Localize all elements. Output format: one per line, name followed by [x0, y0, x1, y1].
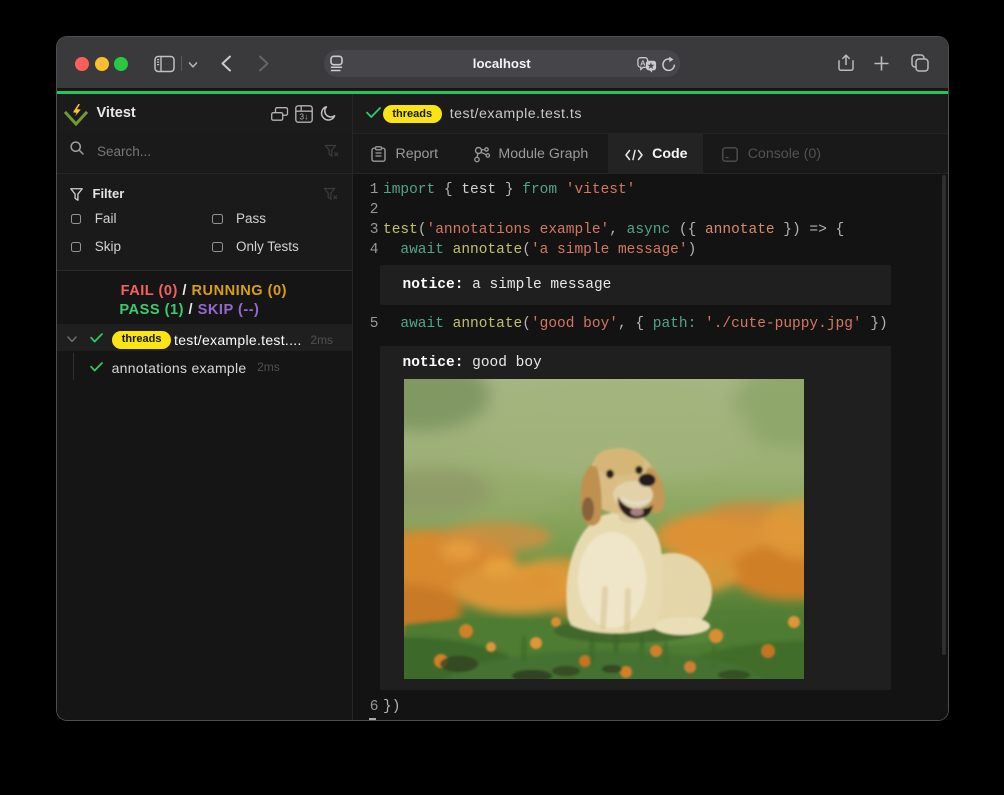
- svg-text:★: ★: [647, 62, 655, 71]
- svg-text:A: A: [640, 59, 646, 68]
- svg-text:3↓: 3↓: [299, 111, 308, 121]
